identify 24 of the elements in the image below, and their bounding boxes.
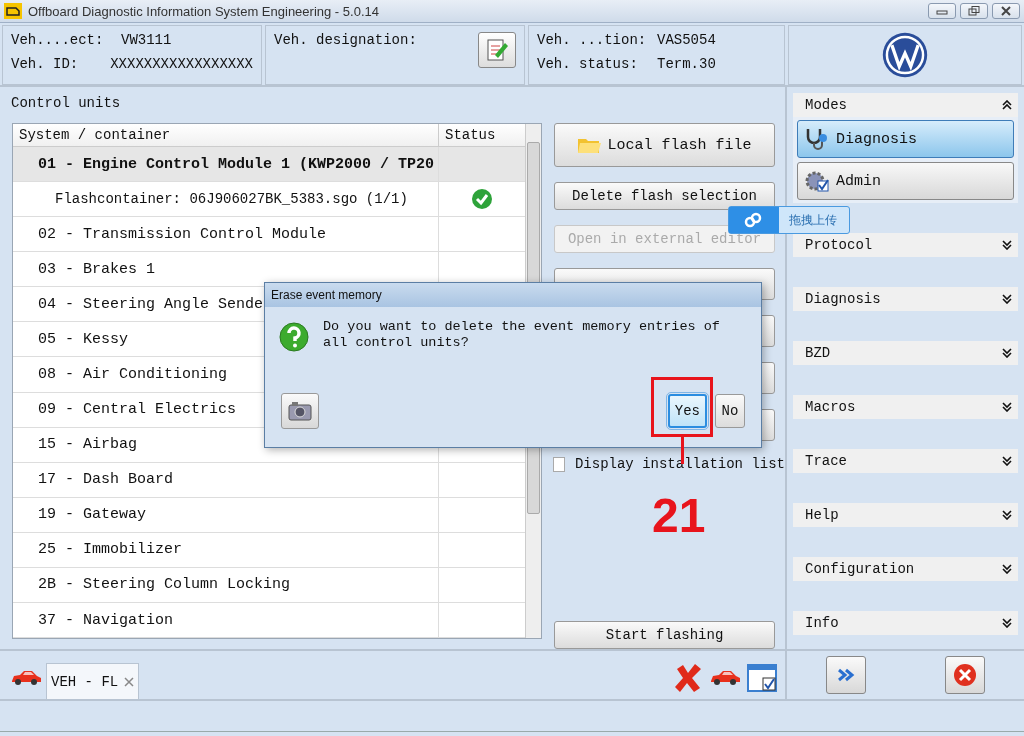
step-number: 21 [652, 492, 706, 540]
control-unit-name: 01 - Engine Control Module 1 (KWP2000 / TP20 [13, 147, 439, 182]
field-value: VW3111 [121, 32, 172, 48]
column-header: Status [444, 126, 497, 145]
field-label: Veh. designation: [274, 32, 417, 50]
control-unit-name: 19 - Gateway [13, 497, 439, 532]
control-unit-name: 17 - Dash Board [13, 462, 439, 497]
field-label: Veh. ID: [11, 56, 80, 72]
field-label: Veh....ect: [11, 32, 105, 48]
field-value: Term.30 [657, 56, 716, 72]
control-unit-name: 02 - Transmission Control Module [13, 217, 439, 252]
dialog-title: Erase event memory [265, 283, 761, 307]
control-unit-name: 2B - Steering Column Locking [13, 567, 439, 602]
field-value: XXXXXXXXXXXXXXXXX [110, 56, 253, 72]
checkbox-label: Display installation list [574, 456, 785, 472]
field-label: Veh. ...tion: [537, 32, 641, 48]
window-title: Offboard Diagnostic Information System Engineering - 5.0.14 [28, 3, 380, 19]
field-value: VAS5054 [657, 32, 716, 48]
field-label: Veh. status: [537, 56, 639, 72]
control-unit-name: 25 - Immobilizer [13, 532, 439, 567]
column-header: System / container [13, 124, 439, 146]
flashcontainer-name: Flashcontainer: 06J906027BK_5383.sgo (1/1) [13, 182, 439, 217]
control-unit-name: 37 - Navigation [13, 603, 439, 638]
section-title: Control units [11, 95, 122, 111]
